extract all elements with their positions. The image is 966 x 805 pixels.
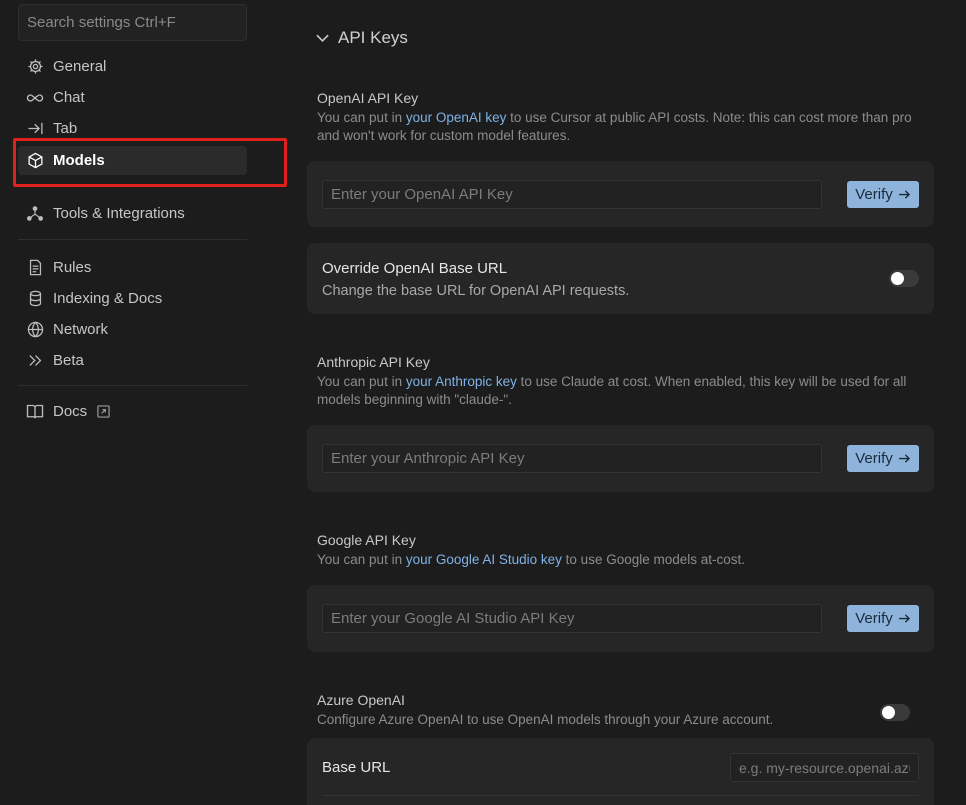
document-icon <box>26 259 44 277</box>
button-label: Verify <box>855 450 893 467</box>
openai-verify-button[interactable]: Verify <box>847 181 919 208</box>
sidebar-item-label: Indexing & Docs <box>53 290 163 307</box>
anthropic-key-input[interactable] <box>322 444 822 473</box>
anthropic-key-title: Anthropic API Key <box>317 354 430 370</box>
azure-config-card: Base URL <box>307 738 934 805</box>
openai-key-card: Verify <box>307 161 934 227</box>
gear-icon <box>26 58 44 76</box>
cube-icon <box>26 152 44 170</box>
anthropic-key-description: You can put in your Anthropic key to use… <box>317 373 917 409</box>
sidebar-item-label: Network <box>53 321 109 338</box>
arrow-right-icon <box>898 453 911 464</box>
book-icon <box>26 403 44 421</box>
sidebar-item-rules[interactable]: Rules <box>18 253 247 282</box>
button-label: Verify <box>855 610 893 627</box>
azure-openai-toggle[interactable] <box>880 704 910 721</box>
sidebar-item-label: General <box>53 58 107 75</box>
description-text: You can put in <box>317 374 406 389</box>
openai-key-link[interactable]: your OpenAI key <box>406 110 507 125</box>
sidebar-divider <box>18 239 247 240</box>
anthropic-verify-button[interactable]: Verify <box>847 445 919 472</box>
sidebar-item-tab[interactable]: Tab <box>18 114 247 143</box>
google-key-input[interactable] <box>322 604 822 633</box>
chevron-down-icon <box>315 33 330 43</box>
sidebar-item-label: Rules <box>53 259 92 276</box>
infinity-icon <box>26 89 44 107</box>
double-chevron-icon <box>26 352 44 370</box>
sidebar-item-chat[interactable]: Chat <box>18 83 247 112</box>
sidebar-item-label: Beta <box>53 352 84 369</box>
google-key-description: You can put in your Google AI Studio key… <box>317 551 917 569</box>
anthropic-key-card: Verify <box>307 425 934 492</box>
arrow-right-icon <box>898 613 911 624</box>
button-label: Verify <box>855 186 893 203</box>
arrow-to-bar-icon <box>26 120 44 138</box>
anthropic-key-link[interactable]: your Anthropic key <box>406 374 517 389</box>
arrow-right-icon <box>898 189 911 200</box>
base-url-label: Base URL <box>322 759 391 776</box>
override-base-url-toggle[interactable] <box>889 270 919 287</box>
sidebar-item-models[interactable]: Models <box>18 146 247 175</box>
openai-key-description: You can put in your OpenAI key to use Cu… <box>317 109 917 145</box>
openai-key-input[interactable] <box>322 180 822 209</box>
sidebar-divider <box>18 385 247 386</box>
google-key-title: Google API Key <box>317 532 416 548</box>
azure-openai-title: Azure OpenAI <box>317 692 405 708</box>
database-icon <box>26 290 44 308</box>
description-text: You can put in <box>317 552 406 567</box>
section-api-keys-header[interactable]: API Keys <box>315 28 408 48</box>
globe-icon <box>26 321 44 339</box>
main-content: API Keys OpenAI API Key You can put in y… <box>307 0 934 805</box>
google-verify-button[interactable]: Verify <box>847 605 919 632</box>
sidebar-item-indexing-docs[interactable]: Indexing & Docs <box>18 284 247 313</box>
settings-window: General Chat Tab Models Tools & Int <box>0 0 966 805</box>
sidebar-item-label: Tools & Integrations <box>53 205 185 222</box>
sidebar-item-docs[interactable]: Docs <box>18 397 247 426</box>
base-url-input[interactable] <box>730 753 919 782</box>
sidebar-item-label: Tab <box>53 120 78 137</box>
google-key-card: Verify <box>307 585 934 652</box>
override-base-url-subtitle: Change the base URL for OpenAI API reque… <box>322 283 630 299</box>
nodes-icon <box>26 205 44 223</box>
sidebar-item-label: Models <box>53 152 105 169</box>
sidebar-item-beta[interactable]: Beta <box>18 346 247 375</box>
sidebar-item-label: Chat <box>53 89 85 106</box>
azure-openai-description: Configure Azure OpenAI to use OpenAI mod… <box>317 712 774 727</box>
search-input[interactable] <box>18 4 247 41</box>
openai-key-title: OpenAI API Key <box>317 90 419 106</box>
sidebar-item-general[interactable]: General <box>18 52 247 81</box>
external-link-icon <box>97 405 110 418</box>
description-text: to use Google models at-cost. <box>561 552 746 567</box>
description-text: You can put in <box>317 110 406 125</box>
toggle-knob <box>891 272 904 285</box>
sidebar-item-label: Docs <box>53 403 88 420</box>
sidebar-item-tools-integrations[interactable]: Tools & Integrations <box>18 199 247 228</box>
override-base-url-title: Override OpenAI Base URL <box>322 260 508 277</box>
sidebar: General Chat Tab Models Tools & Int <box>0 0 287 805</box>
toggle-knob <box>882 706 895 719</box>
sidebar-item-network[interactable]: Network <box>18 315 247 344</box>
override-base-url-card: Override OpenAI Base URL Change the base… <box>307 243 934 314</box>
google-key-link[interactable]: your Google AI Studio key <box>406 552 562 567</box>
section-title: API Keys <box>338 28 408 47</box>
card-divider <box>322 795 919 796</box>
